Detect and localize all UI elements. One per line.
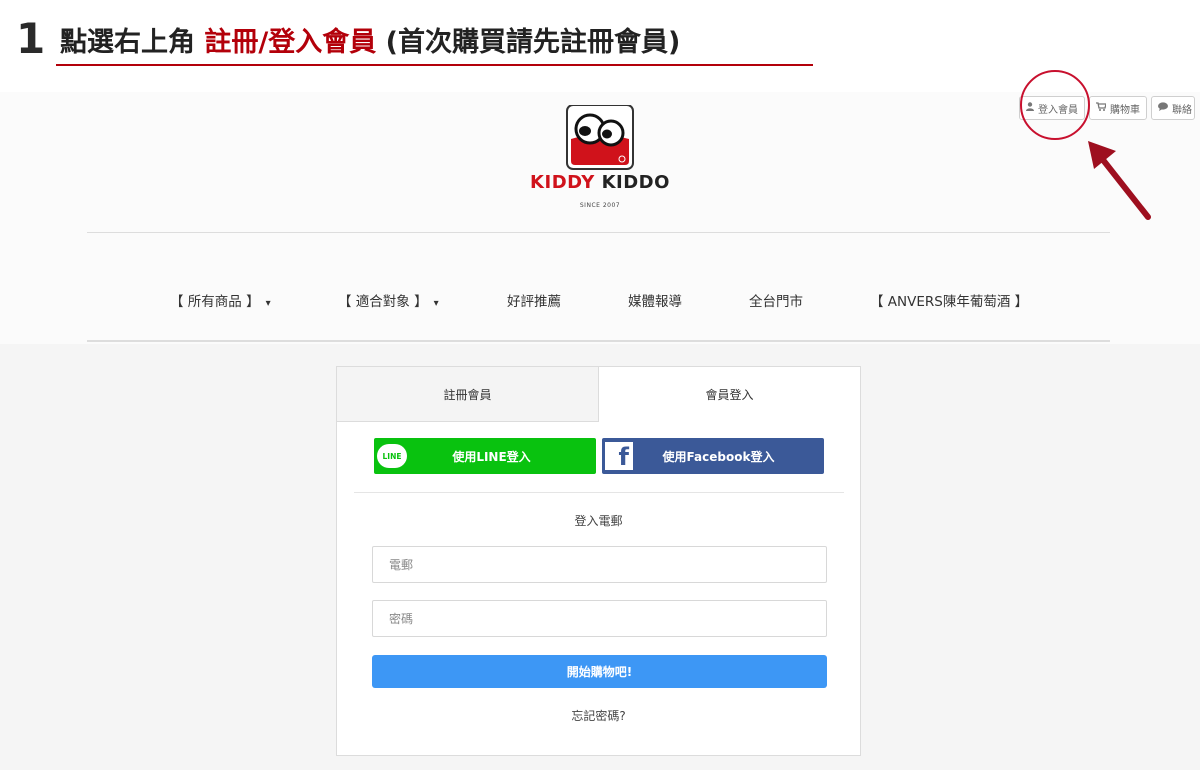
tab-register[interactable]: 註冊會員 <box>337 367 599 422</box>
header-divider-top <box>87 232 1110 233</box>
kiddy-kiddo-logo <box>566 105 634 170</box>
facebook-login-button[interactable]: f 使用Facebook登入 <box>602 438 824 474</box>
nav-anvers-wine[interactable]: 【 ANVERS陳年葡萄酒 】 <box>870 290 1028 310</box>
step-suffix: (首次購買請先註冊會員) <box>376 27 681 58</box>
step-number: 1 <box>16 14 46 63</box>
header-divider-bottom <box>87 340 1110 342</box>
step-prefix: 點選右上角 <box>60 27 205 58</box>
email-field[interactable] <box>372 546 827 583</box>
arrow-icon <box>1088 141 1151 220</box>
line-login-button[interactable]: LINE 使用LINE登入 <box>374 438 596 474</box>
cart-link[interactable]: 購物車 <box>1089 96 1147 120</box>
nav-all-products[interactable]: 【 所有商品 】 ▾ <box>170 290 271 310</box>
forgot-password-link[interactable]: 忘記密碼? <box>337 707 860 724</box>
main-nav: 【 所有商品 】 ▾ 【 適合對象 】 ▾ 好評推薦 媒體報導 全台門市 【 ANV… <box>0 290 1200 310</box>
facebook-icon: f <box>605 442 633 470</box>
nav-reviews[interactable]: 好評推薦 <box>507 290 561 310</box>
nav-all-products-label: 【 所有商品 】 <box>170 294 260 310</box>
nav-target-audience[interactable]: 【 適合對象 】 ▾ <box>338 290 439 310</box>
highlight-circle <box>1020 70 1090 140</box>
logo-brand-left: KIDDY <box>530 172 595 193</box>
chat-icon <box>1158 102 1168 114</box>
chevron-down-icon: ▾ <box>265 298 271 309</box>
login-tabs: 註冊會員 會員登入 <box>337 367 860 422</box>
social-divider <box>354 492 844 493</box>
start-shopping-button[interactable]: 開始購物吧! <box>372 655 827 688</box>
email-login-heading: 登入電郵 <box>574 514 623 528</box>
password-field[interactable] <box>372 600 827 637</box>
contact-link[interactable]: 聯絡 <box>1151 96 1195 120</box>
facebook-login-label: 使用Facebook登入 <box>662 449 775 464</box>
logo-brand-right: KIDDO <box>601 172 670 193</box>
line-icon: LINE <box>377 444 407 468</box>
tab-login[interactable]: 會員登入 <box>599 367 860 422</box>
logo-since: SINCE 2007 <box>579 202 621 209</box>
contact-label: 聯絡 <box>1172 104 1192 116</box>
step-highlight: 註冊/登入會員 <box>204 27 377 58</box>
step-instruction: 點選右上角 註冊/登入會員 (首次購買請先註冊會員) <box>60 26 680 60</box>
cart-icon <box>1096 102 1107 114</box>
logo-brand: KIDDY KIDDO <box>520 172 680 193</box>
nav-target-audience-label: 【 適合對象 】 <box>338 294 428 310</box>
chevron-down-icon: ▾ <box>433 298 439 309</box>
step-underline <box>56 64 813 66</box>
cart-label: 購物車 <box>1110 104 1140 116</box>
nav-media[interactable]: 媒體報導 <box>628 290 682 310</box>
nav-stores[interactable]: 全台門市 <box>749 290 803 310</box>
line-login-label: 使用LINE登入 <box>452 449 531 464</box>
login-panel: 註冊會員 會員登入 LINE 使用LINE登入 f 使用Facebook登入 登… <box>336 366 861 756</box>
